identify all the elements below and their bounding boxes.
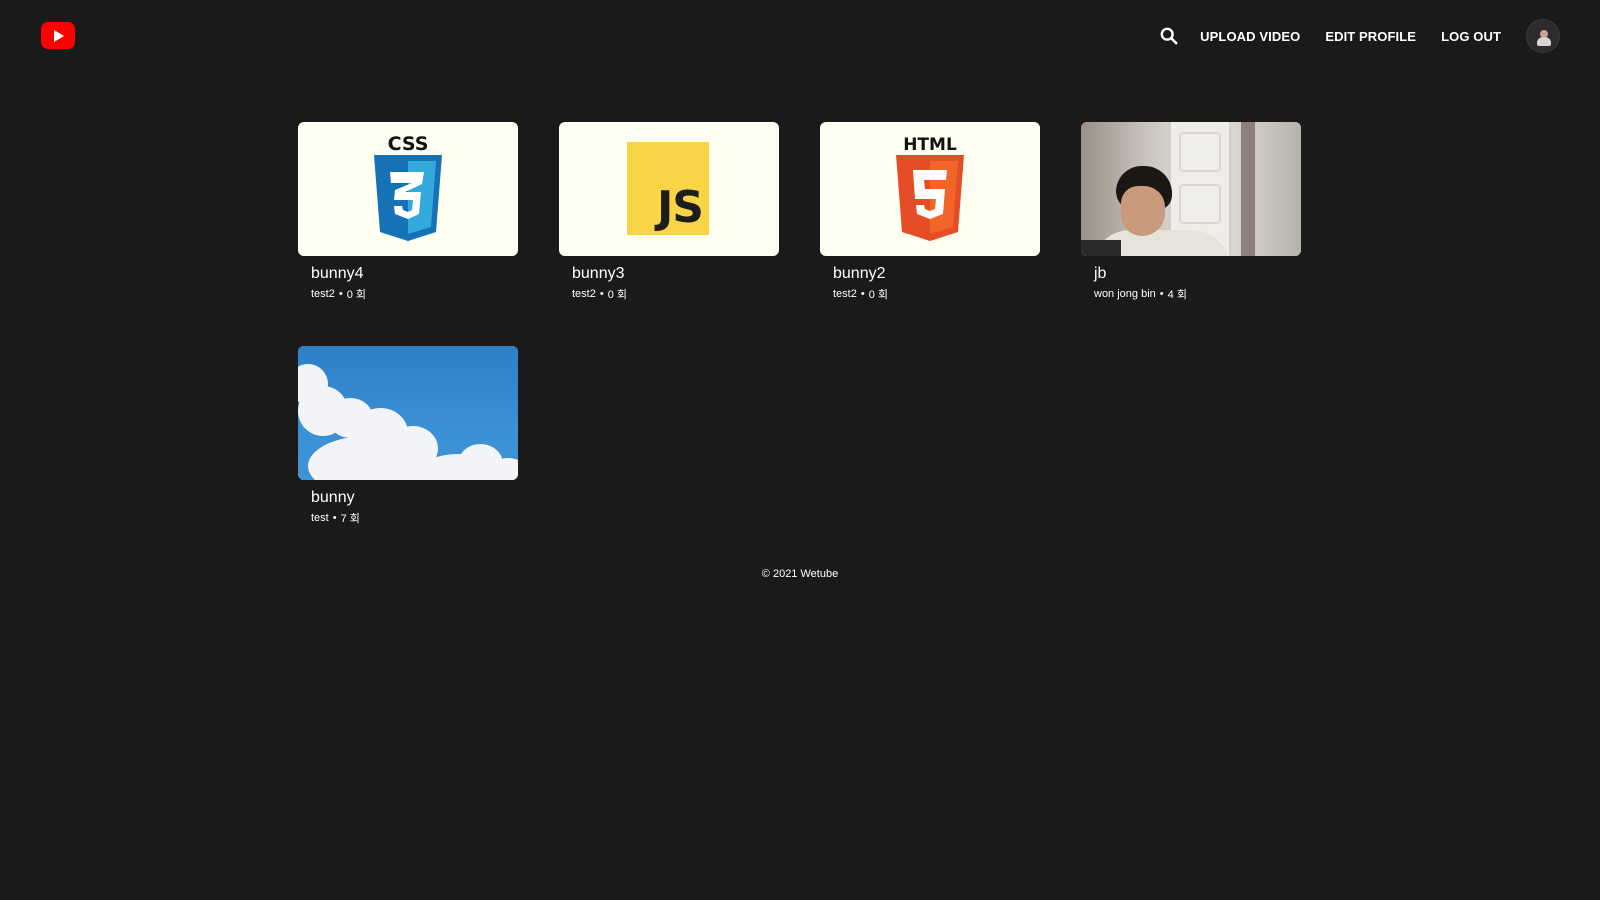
video-owner: test2 [833, 288, 857, 300]
video-owner: test2 [311, 288, 335, 300]
video-thumbnail[interactable]: HTML [820, 122, 1040, 256]
edit-profile-link[interactable]: EDIT PROFILE [1325, 29, 1416, 44]
html5-logo-icon: HTML [896, 135, 964, 241]
video-thumbnail[interactable]: JS [559, 122, 779, 256]
video-grid: CSS bunny4 test2 • 0 회 JS bunny3 test2 •… [298, 122, 1303, 526]
header: UPLOAD VIDEO EDIT PROFILE LOG OUT [0, 0, 1600, 72]
video-views: 4 회 [1167, 289, 1187, 301]
video-views: 0 회 [868, 289, 889, 301]
meta-separator: • [1159, 288, 1164, 300]
photo-foreground [1081, 240, 1121, 256]
upload-video-link[interactable]: UPLOAD VIDEO [1200, 29, 1300, 44]
meta-separator: • [332, 512, 337, 524]
video-meta: test2 • 0 회 [298, 286, 518, 302]
door-panel [1179, 184, 1221, 224]
avatar-body [1537, 37, 1551, 46]
svg-text:CSS: CSS [388, 133, 429, 155]
video-card[interactable]: bunny test • 7 회 [298, 346, 518, 526]
youtube-play-icon [54, 29, 64, 42]
video-title: bunny3 [572, 265, 625, 282]
video-card[interactable]: JS bunny3 test2 • 0 회 [559, 122, 779, 302]
user-avatar[interactable] [1526, 19, 1560, 53]
video-thumbnail[interactable] [1081, 122, 1301, 256]
top-nav: UPLOAD VIDEO EDIT PROFILE LOG OUT [1160, 17, 1560, 55]
css3-logo-icon: CSS [374, 133, 442, 241]
video-meta: test • 7 회 [298, 510, 518, 526]
video-card[interactable]: HTML bunny2 test2 • 0 회 [820, 122, 1040, 302]
footer: © 2021 Wetube [0, 568, 1600, 580]
video-title: jb [1094, 265, 1107, 282]
meta-separator: • [338, 288, 343, 300]
video-meta: test2 • 0 회 [559, 286, 779, 302]
video-title: bunny4 [311, 265, 364, 282]
video-title: bunny2 [833, 265, 886, 282]
video-views: 0 회 [346, 289, 367, 301]
video-owner: test [311, 512, 329, 524]
meta-separator: • [860, 288, 865, 300]
js-logo-text: JS [656, 182, 704, 233]
video-views: 7 회 [340, 513, 360, 525]
door-panel [1179, 132, 1221, 172]
video-owner: won jong bin [1094, 288, 1156, 300]
video-title: bunny [311, 489, 355, 506]
video-card[interactable]: jb won jong bin • 4 회 [1081, 122, 1301, 302]
search-icon[interactable] [1160, 27, 1178, 45]
logout-link[interactable]: LOG OUT [1441, 29, 1501, 44]
page: UPLOAD VIDEO EDIT PROFILE LOG OUT CSS bu… [0, 0, 1600, 900]
video-thumbnail[interactable]: CSS [298, 122, 518, 256]
logo-link[interactable] [41, 22, 75, 49]
js-logo-icon: JS [627, 142, 709, 235]
video-owner: test2 [572, 288, 596, 300]
copyright-text: © 2021 Wetube [761, 568, 839, 580]
video-views: 0 회 [607, 289, 628, 301]
video-card[interactable]: CSS bunny4 test2 • 0 회 [298, 122, 518, 302]
video-thumbnail[interactable] [298, 346, 518, 480]
photo-person-face [1121, 186, 1165, 236]
photo-door-frame [1241, 122, 1255, 256]
svg-text:HTML: HTML [903, 135, 957, 155]
video-meta: won jong bin • 4 회 [1081, 286, 1301, 302]
meta-separator: • [599, 288, 604, 300]
video-meta: test2 • 0 회 [820, 286, 1040, 302]
